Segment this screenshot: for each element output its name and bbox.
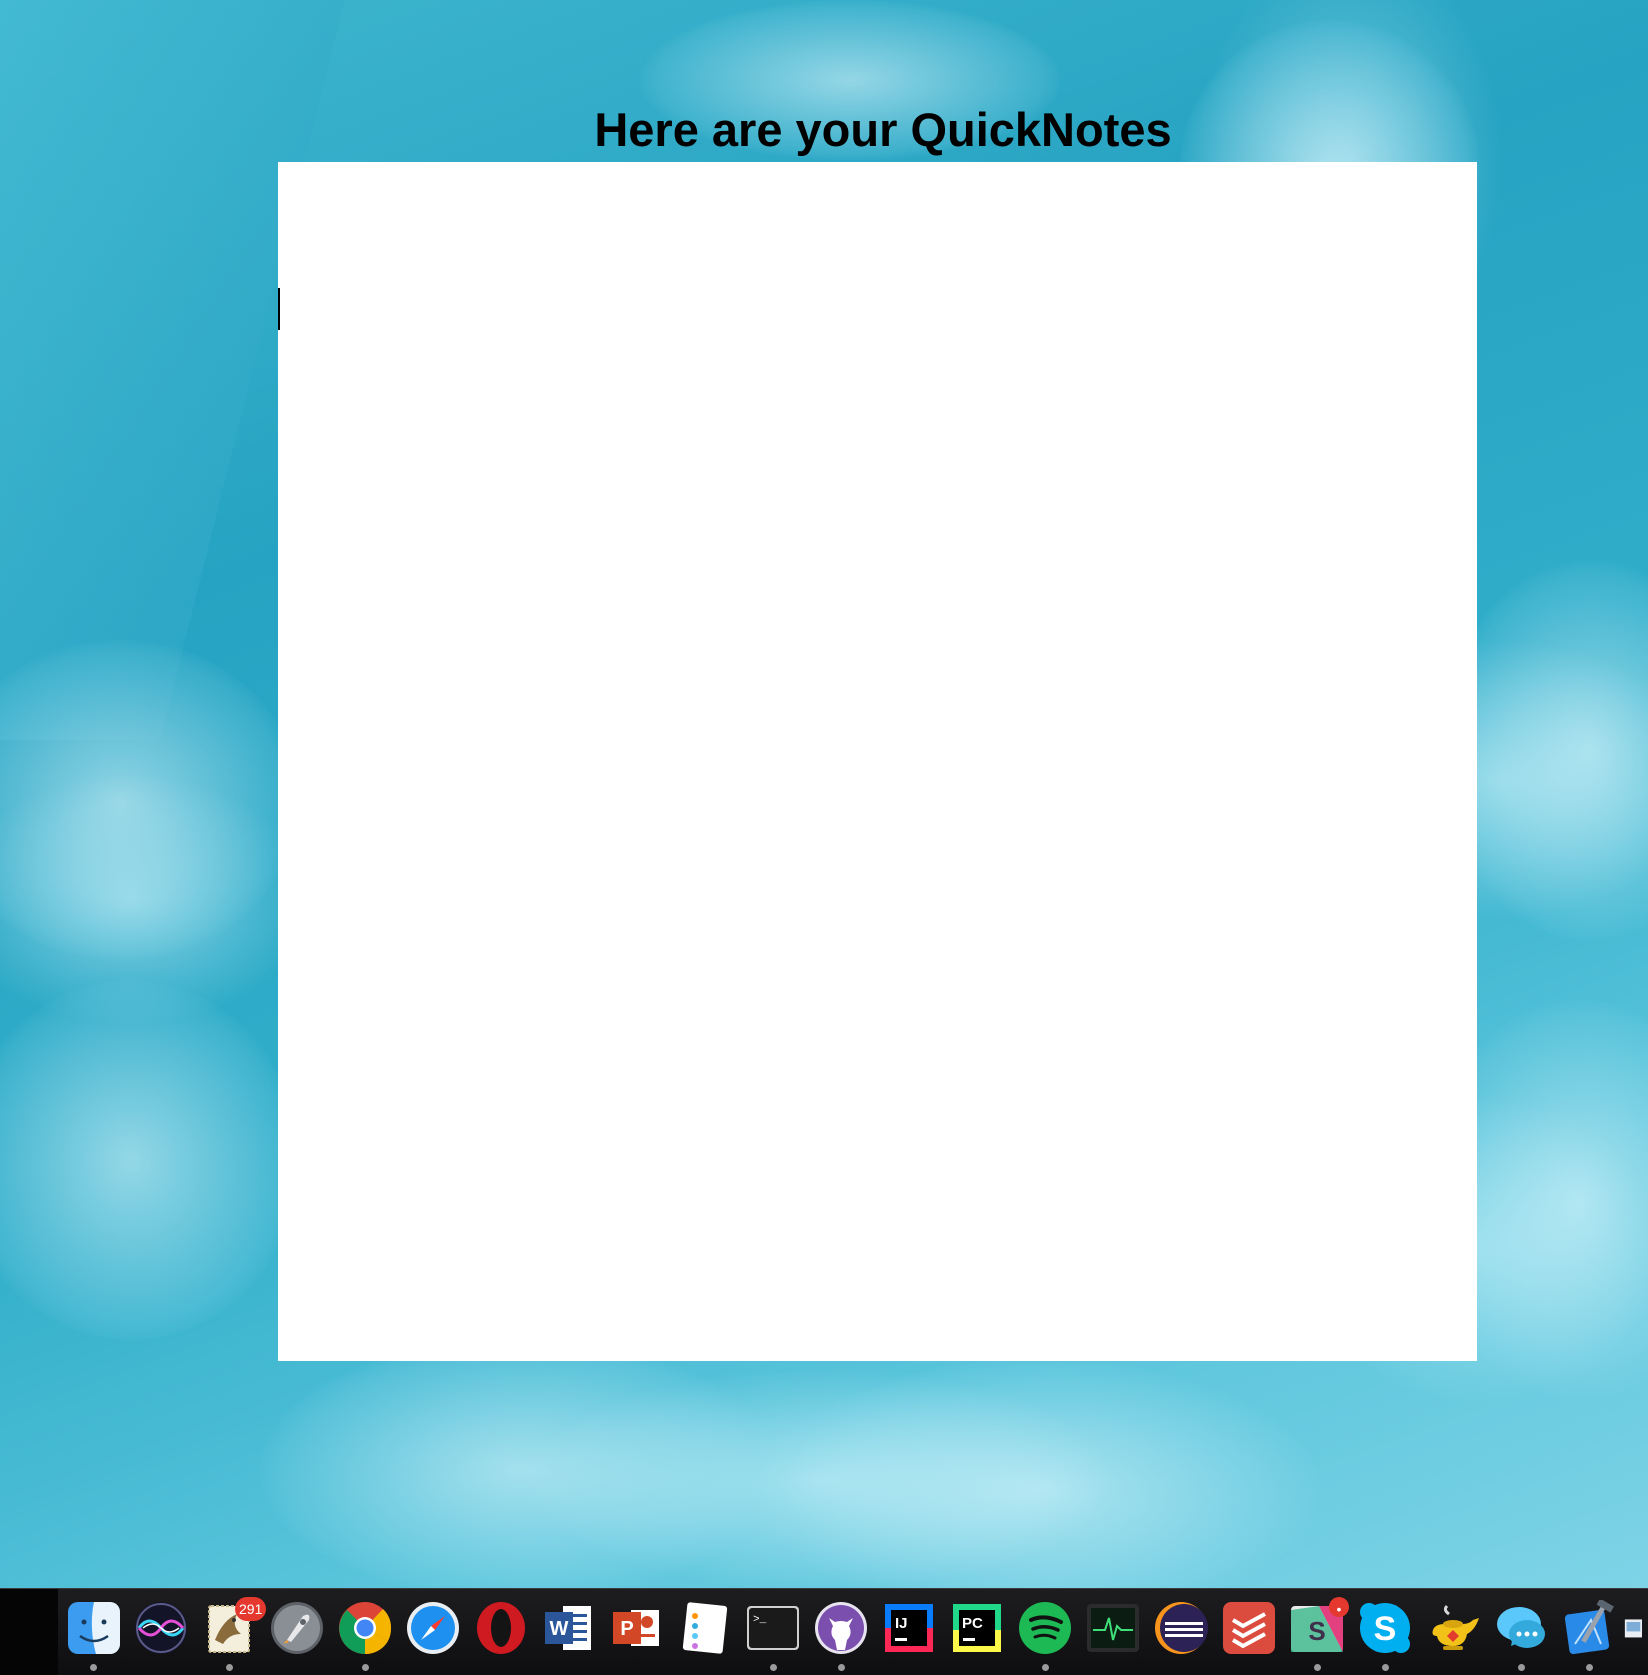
wallpaper-ruffle [0,980,300,1340]
activity-monitor-icon [1087,1604,1139,1652]
genie-lamp-icon [1432,1604,1479,1650]
preview-icon [1624,1619,1642,1638]
chrome-icon [339,1602,392,1655]
dock-item-preview[interactable] [1624,1599,1648,1657]
dock-running-indicator [770,1664,777,1671]
dock-running-indicator [90,1664,97,1671]
wallpaper-ruffle [0,640,300,960]
note-textarea[interactable] [278,162,1477,1361]
dock-item-alfred[interactable] [1424,1599,1482,1657]
dock-item-chrome[interactable] [336,1599,394,1657]
dock-running-indicator [362,1664,369,1671]
dock-running-indicator [1382,1664,1389,1671]
dock-item-pycharm[interactable]: PC [948,1599,1006,1657]
dock-item-safari[interactable] [404,1599,462,1657]
rocket-icon [271,1602,323,1654]
octocat-icon [815,1602,867,1654]
dock-item-opera[interactable] [472,1599,530,1657]
siri-icon [135,1602,187,1654]
pycharm-letters: PC [962,1615,983,1632]
dock-item-activity-monitor[interactable] [1084,1599,1142,1657]
skype-icon: S [1360,1603,1410,1653]
dock-edge [0,1589,58,1675]
terminal-icon: >_ [747,1606,799,1650]
powerpoint-icon: P [613,1610,659,1646]
dock-item-word[interactable]: W [540,1599,598,1657]
dock-item-todoist[interactable] [1220,1599,1278,1657]
word-icon: W [545,1606,591,1650]
dock-item-github[interactable] [812,1599,870,1657]
dock-running-indicator [1314,1664,1321,1671]
intellij-icon: IJ [885,1604,933,1652]
powerpoint-letter: P [620,1618,633,1640]
dock-item-eclipse[interactable] [1152,1599,1210,1657]
messages-icon [1497,1607,1545,1648]
dock-item-siri[interactable] [132,1599,190,1657]
dock-item-finder[interactable] [65,1599,123,1657]
spotify-icon [1019,1602,1071,1654]
finder-icon [68,1602,120,1654]
dock-item-launchpad[interactable] [268,1599,326,1657]
dock-item-skype[interactable]: S [1356,1599,1414,1657]
pycharm-icon: PC [953,1604,1001,1652]
dock-running-indicator [1042,1664,1049,1671]
dock-running-indicator [1518,1664,1525,1671]
todoist-icon [1223,1602,1275,1654]
xcode-icon [1564,1600,1614,1655]
slack-badge: • [1329,1597,1349,1617]
slack-letter: S [1308,1616,1325,1646]
eclipse-icon [1155,1602,1208,1654]
dock-item-intellij[interactable]: IJ [880,1599,938,1657]
reminders-icon [682,1602,728,1654]
terminal-prompt: >_ [753,1614,767,1626]
word-letter: W [550,1618,569,1640]
dock-running-indicator [226,1664,233,1671]
dock-running-indicator [1586,1664,1593,1671]
wallpaper-ruffle [260,1340,780,1588]
dock-item-spotify[interactable] [1016,1599,1074,1657]
mail-badge: 291 [235,1597,267,1621]
dock-running-indicator [838,1664,845,1671]
page-title: Here are your QuickNotes [594,103,1172,156]
opera-icon [477,1602,525,1654]
wallpaper-ruffle [760,1360,1320,1588]
skype-letter: S [1374,1610,1397,1648]
dock-item-powerpoint[interactable]: P [608,1599,666,1657]
text-caret [278,288,280,330]
dock: 291 W P >_ IJ PC S • S [0,1588,1648,1675]
dock-item-reminders[interactable] [676,1599,734,1657]
dock-item-messages[interactable] [1492,1599,1550,1657]
dock-item-terminal[interactable]: >_ [744,1599,802,1657]
compass-icon [407,1602,459,1654]
intellij-letters: IJ [895,1615,908,1632]
dock-item-xcode[interactable] [1560,1599,1618,1657]
